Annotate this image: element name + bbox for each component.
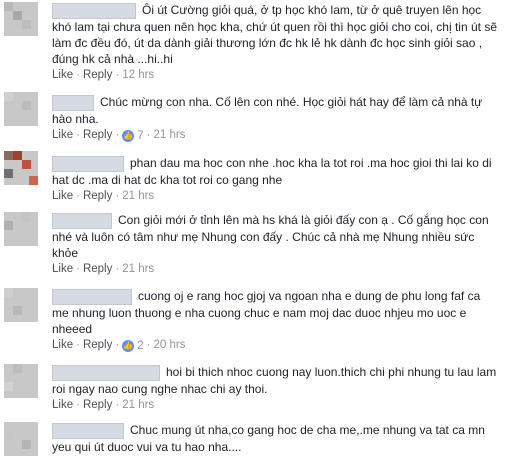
comment-time[interactable]: 21 hrs <box>153 129 185 141</box>
like-count[interactable]: 👍 2 <box>122 339 144 352</box>
avatar[interactable] <box>4 2 38 36</box>
thumbs-up-icon: 👍 <box>122 339 135 352</box>
commenter-name[interactable] <box>52 288 132 305</box>
commenter-name[interactable] <box>52 155 124 172</box>
thumbs-up-icon: 👍 <box>122 129 135 142</box>
avatar[interactable] <box>4 212 38 246</box>
comment-time[interactable]: 20 hrs <box>153 339 185 351</box>
like-button[interactable]: Like <box>52 339 73 351</box>
comment-text: hoi bi thich nhoc cuong nay luon.thich c… <box>52 364 497 396</box>
avatar[interactable] <box>4 151 38 185</box>
reply-button[interactable]: Reply <box>83 339 112 351</box>
like-button[interactable]: Like <box>52 190 73 202</box>
commenter-name[interactable] <box>52 212 112 229</box>
like-button[interactable]: Like <box>52 69 73 81</box>
avatar[interactable] <box>4 364 38 398</box>
avatar[interactable] <box>4 288 38 322</box>
comment-text: Chúc mừng con nha. Cố lên con nhé. Học g… <box>52 94 483 126</box>
comment-actions: Like · Reply · 21 hrs <box>52 189 155 202</box>
reply-button[interactable]: Reply <box>83 69 112 81</box>
like-button[interactable]: Like <box>52 263 73 275</box>
like-button[interactable]: Like <box>52 129 73 141</box>
comment-time[interactable]: 21 hrs <box>122 263 154 275</box>
comment-text: Con giỏi mới ở tỉnh lên mà hs khá là giỏ… <box>52 212 489 260</box>
commenter-name[interactable] <box>52 2 136 19</box>
comment-text: cuong oj e rang hoc gjoj va ngoan nha e … <box>52 288 481 336</box>
comment-time[interactable]: 21 hrs <box>122 399 154 411</box>
comment-thread: Ôi út Cường giỏi quá, ở tp học khó lam, … <box>0 0 505 458</box>
commenter-name[interactable] <box>52 422 124 439</box>
like-button[interactable]: Like <box>52 399 73 411</box>
comment-text: Chuc mung út nha,co gang hoc de cha me,.… <box>52 422 485 454</box>
comment-time[interactable]: 21 hrs <box>122 190 154 202</box>
comment-actions: Like · Reply · 👍 7 · 21 hrs <box>52 128 186 142</box>
like-count[interactable]: 👍 7 <box>122 129 144 142</box>
commenter-name[interactable] <box>52 364 160 381</box>
reply-button[interactable]: Reply <box>83 190 112 202</box>
comment-actions: Like · Reply · 21 hrs <box>52 398 155 411</box>
comment-actions: Like · Reply · 👍 2 · 20 hrs <box>52 338 186 352</box>
comment-text: Ôi út Cường giỏi quá, ở tp học khó lam, … <box>52 2 497 66</box>
reply-button[interactable]: Reply <box>83 263 112 275</box>
reply-button[interactable]: Reply <box>83 129 112 141</box>
comment-time[interactable]: 12 hrs <box>122 69 154 81</box>
avatar[interactable] <box>4 422 38 456</box>
comment-text: phan dau ma hoc con nhe .hoc kha la tot … <box>52 155 492 187</box>
commenter-name[interactable] <box>52 94 94 111</box>
avatar[interactable] <box>4 92 38 126</box>
reply-button[interactable]: Reply <box>83 399 112 411</box>
comment-actions: Like · Reply · 21 hrs <box>52 262 155 275</box>
comment-actions: Like · Reply · 12 hrs <box>52 68 155 81</box>
